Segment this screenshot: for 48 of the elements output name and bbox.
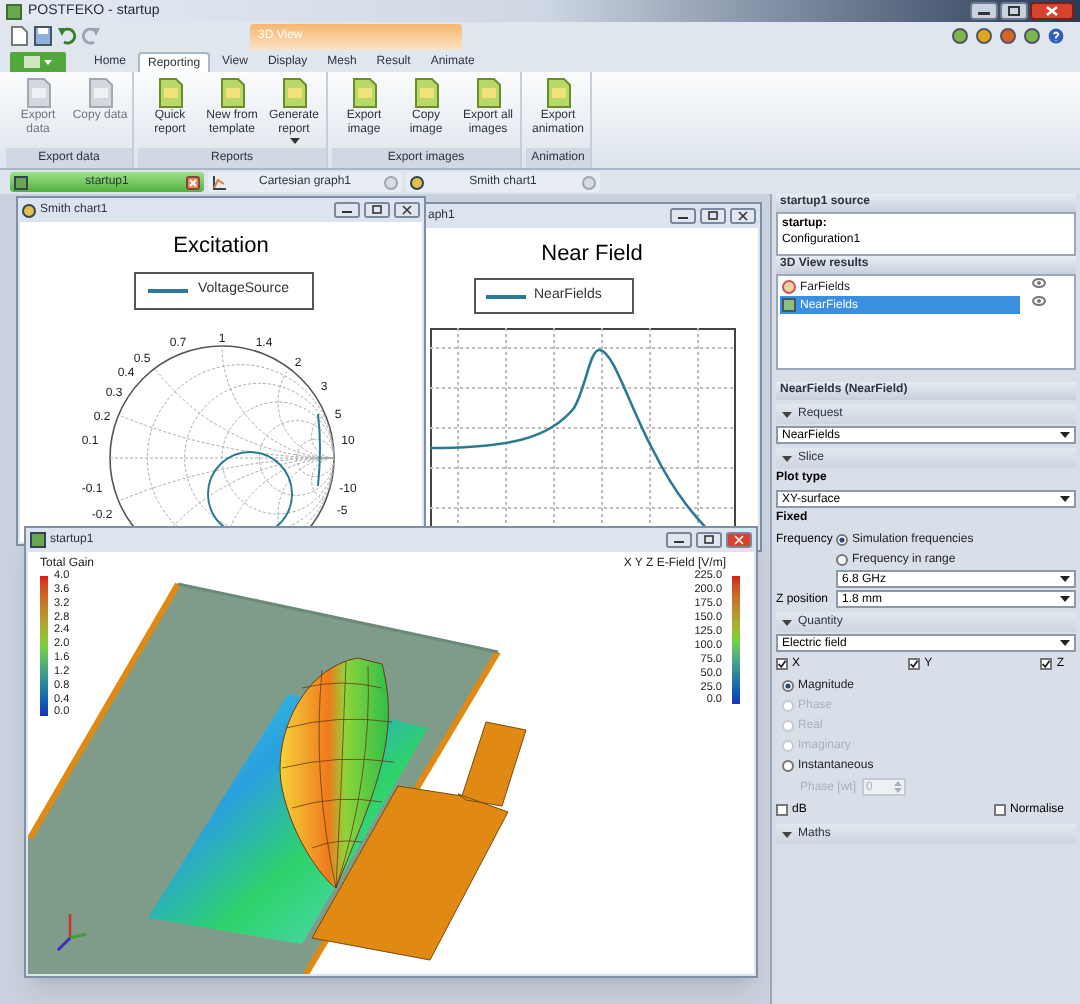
caret-icon bbox=[782, 831, 792, 837]
circle-icon bbox=[22, 203, 36, 217]
circle-icon[interactable] bbox=[1000, 28, 1016, 44]
caret-icon bbox=[1060, 640, 1070, 646]
caret-icon bbox=[24, 56, 52, 68]
new-document-icon[interactable] bbox=[10, 26, 28, 46]
spinner-arrows-icon bbox=[894, 780, 903, 794]
circle-icon[interactable] bbox=[976, 28, 992, 44]
eye-icon[interactable] bbox=[1032, 296, 1046, 306]
circle-icon[interactable] bbox=[1024, 28, 1040, 44]
help-icon[interactable] bbox=[1048, 28, 1064, 44]
minimize-button[interactable] bbox=[334, 202, 360, 218]
close-button[interactable] bbox=[726, 532, 752, 548]
close-button[interactable] bbox=[730, 208, 756, 224]
caret-icon bbox=[1060, 432, 1070, 438]
undo-icon[interactable] bbox=[58, 26, 76, 46]
close-button[interactable] bbox=[1030, 2, 1074, 20]
sphere-icon bbox=[782, 280, 796, 294]
minimize-button[interactable] bbox=[970, 2, 998, 20]
caret-icon bbox=[1060, 576, 1070, 582]
minimize-button[interactable] bbox=[670, 208, 696, 224]
caret-icon bbox=[782, 619, 792, 625]
maximize-button[interactable] bbox=[696, 532, 722, 548]
cube-icon bbox=[30, 532, 46, 548]
minimize-button[interactable] bbox=[666, 532, 692, 548]
save-icon[interactable] bbox=[34, 26, 52, 46]
caret-icon bbox=[782, 411, 792, 417]
color-scale-bar bbox=[40, 576, 48, 716]
chart-title: Excitation bbox=[171, 232, 271, 262]
eye-icon[interactable] bbox=[1032, 278, 1046, 288]
caret-icon bbox=[1060, 596, 1070, 602]
close-icon[interactable] bbox=[186, 175, 200, 189]
circle-icon bbox=[410, 175, 424, 189]
caret-icon bbox=[289, 138, 299, 144]
maximize-button[interactable] bbox=[700, 208, 726, 224]
graph-icon bbox=[212, 175, 226, 189]
color-scale-bar bbox=[732, 576, 740, 704]
chart-title: Near Field bbox=[539, 240, 645, 270]
cube-icon bbox=[14, 175, 28, 189]
legend-line-icon bbox=[486, 293, 526, 299]
grid-icon bbox=[782, 298, 796, 312]
app-icon bbox=[6, 3, 22, 19]
caret-icon bbox=[1060, 496, 1070, 502]
maximize-button[interactable] bbox=[1000, 2, 1028, 20]
maximize-button[interactable] bbox=[364, 202, 390, 218]
caret-icon bbox=[782, 455, 792, 461]
legend-line-icon bbox=[148, 288, 188, 294]
close-button[interactable] bbox=[394, 202, 420, 218]
